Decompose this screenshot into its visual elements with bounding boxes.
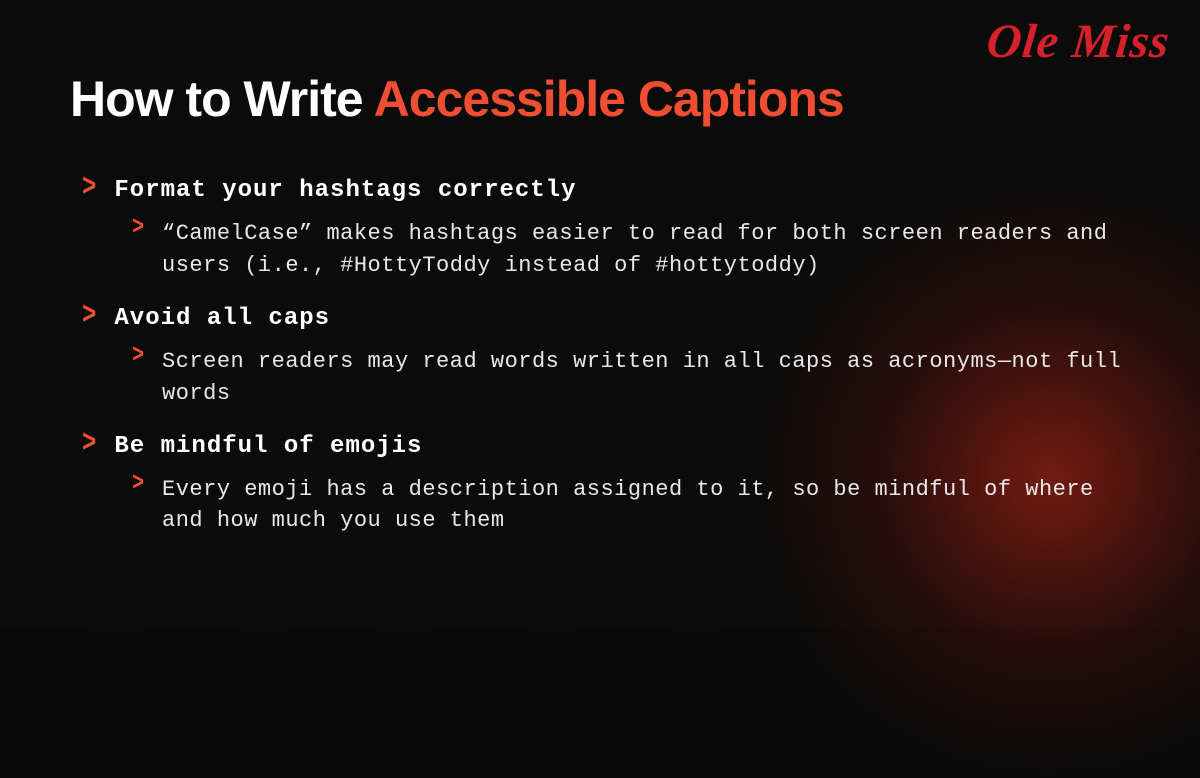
- title-part-2: Accessible Captions: [374, 71, 844, 127]
- chevron-right-icon: >: [132, 470, 144, 499]
- item-detail: “CamelCase” makes hashtags easier to rea…: [162, 218, 1122, 282]
- page-title: How to Write Accessible Captions: [70, 70, 1130, 128]
- list-item: > Be mindful of emojis > Every emoji has…: [82, 432, 1130, 538]
- item-heading: Avoid all caps: [114, 304, 330, 334]
- title-part-1: How to Write: [70, 71, 374, 127]
- item-detail: Every emoji has a description assigned t…: [162, 474, 1122, 538]
- list-item: > Format your hashtags correctly > “Came…: [82, 176, 1130, 282]
- item-heading: Be mindful of emojis: [114, 432, 422, 462]
- item-detail: Screen readers may read words written in…: [162, 346, 1122, 410]
- chevron-right-icon: >: [82, 428, 96, 462]
- item-heading: Format your hashtags correctly: [114, 176, 576, 206]
- chevron-right-icon: >: [132, 342, 144, 371]
- chevron-right-icon: >: [82, 300, 96, 334]
- chevron-right-icon: >: [132, 215, 144, 244]
- tips-list: > Format your hashtags correctly > “Came…: [70, 176, 1130, 537]
- list-item: > Avoid all caps > Screen readers may re…: [82, 304, 1130, 410]
- chevron-right-icon: >: [82, 172, 96, 206]
- slide-content: How to Write Accessible Captions > Forma…: [0, 0, 1200, 537]
